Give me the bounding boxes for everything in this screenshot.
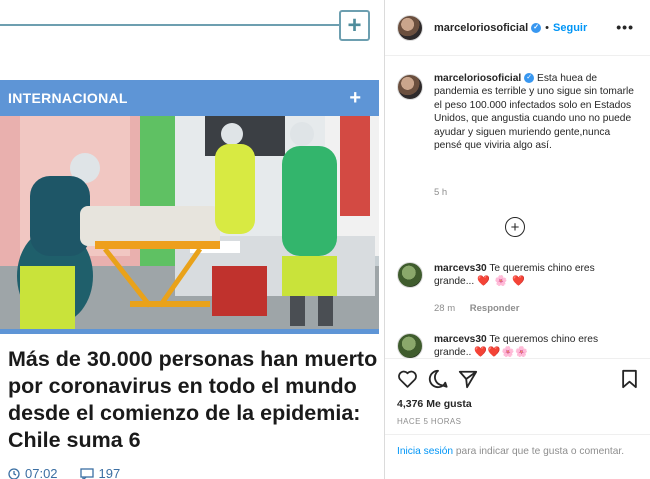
comments-meta[interactable]: 197 bbox=[79, 466, 121, 479]
article-photo[interactable] bbox=[0, 116, 379, 330]
likes-count[interactable]: 4,376 Me gusta bbox=[397, 398, 472, 410]
posted-time: HACE 5 HORAS bbox=[397, 417, 462, 426]
more-options-icon[interactable]: ••• bbox=[616, 19, 634, 35]
divider bbox=[385, 434, 650, 435]
top-divider bbox=[0, 24, 340, 26]
plus-icon[interactable]: + bbox=[349, 87, 361, 110]
clock-icon bbox=[8, 467, 20, 479]
comment-icon bbox=[79, 467, 94, 479]
photo-underline bbox=[0, 329, 379, 334]
instagram-panel: marceloriosoficial ✓ • Seguir ••• marcelo… bbox=[385, 0, 650, 479]
post-actions: 4,376 Me gusta HACE 5 HORAS Inicia sesió… bbox=[385, 358, 650, 479]
post-caption: marceloriosoficial ✓ Esta huea de pandemi… bbox=[397, 72, 642, 152]
login-text: para indicar que te gusta o comentar. bbox=[453, 446, 625, 457]
avatar[interactable] bbox=[397, 333, 423, 359]
comment-username[interactable]: marcevs30 bbox=[434, 334, 487, 345]
follow-button[interactable]: Seguir bbox=[553, 22, 587, 34]
article-time: 07:02 bbox=[25, 466, 58, 479]
section-label: INTERNACIONAL bbox=[8, 90, 128, 106]
news-panel: + INTERNACIONAL + Más de 30.000 personas… bbox=[0, 0, 384, 479]
login-link[interactable]: Inicia sesión bbox=[397, 446, 453, 457]
header-username[interactable]: marceloriosoficial ✓ bbox=[434, 22, 542, 34]
comment-item: marcevs30 Te queremos chino eres grande.… bbox=[397, 333, 642, 360]
verified-icon: ✓ bbox=[531, 22, 542, 33]
avatar[interactable] bbox=[397, 262, 423, 288]
load-more-comments-button[interactable]: + bbox=[505, 217, 525, 237]
heart-icon[interactable] bbox=[397, 369, 418, 389]
caption-username[interactable]: marceloriosoficial bbox=[434, 73, 521, 84]
caption-body: Esta huea de pandemia es terrible y uno … bbox=[434, 73, 634, 152]
comments-count: 197 bbox=[98, 466, 121, 479]
comment-item: marcevs30 Te queremis chino eres grande.… bbox=[397, 262, 642, 289]
ambulance-scene-image bbox=[0, 116, 379, 330]
plus-icon: + bbox=[347, 11, 362, 39]
comment-emoji: ❤️ 🌸 ❤️ bbox=[477, 276, 526, 288]
section-bar[interactable]: INTERNACIONAL + bbox=[0, 80, 379, 116]
caption-time[interactable]: 5 h bbox=[434, 187, 447, 198]
comment-text: marcevs30 Te queremis chino eres grande.… bbox=[434, 262, 634, 289]
comment-meta: 28 m Responder bbox=[434, 303, 519, 314]
avatar[interactable] bbox=[397, 74, 423, 100]
time-meta: 07:02 bbox=[8, 466, 58, 479]
avatar[interactable] bbox=[397, 14, 423, 41]
reply-button[interactable]: Responder bbox=[470, 303, 520, 314]
comment-icon[interactable] bbox=[428, 369, 448, 389]
separator-dot: • bbox=[545, 21, 550, 34]
comment-text: marcevs30 Te queremos chino eres grande.… bbox=[434, 333, 634, 360]
comment-emoji: ❤️❤️🌸🌸 bbox=[474, 347, 529, 359]
comment-username[interactable]: marcevs30 bbox=[434, 263, 487, 274]
post-header: marceloriosoficial ✓ • Seguir ••• bbox=[385, 0, 650, 56]
expand-button[interactable]: + bbox=[339, 10, 370, 41]
article-meta: 07:02 197 bbox=[8, 466, 120, 479]
caption-text: marceloriosoficial ✓ Esta huea de pandemi… bbox=[434, 72, 634, 152]
share-icon[interactable] bbox=[458, 369, 478, 389]
verified-icon: ✓ bbox=[524, 73, 535, 84]
login-prompt: Inicia sesión para indicar que te gusta … bbox=[397, 445, 632, 459]
action-icons bbox=[397, 369, 642, 391]
article-headline[interactable]: Más de 30.000 personas han muerto por co… bbox=[8, 346, 378, 454]
bookmark-icon[interactable] bbox=[621, 369, 638, 389]
comment-age[interactable]: 28 m bbox=[434, 303, 455, 314]
